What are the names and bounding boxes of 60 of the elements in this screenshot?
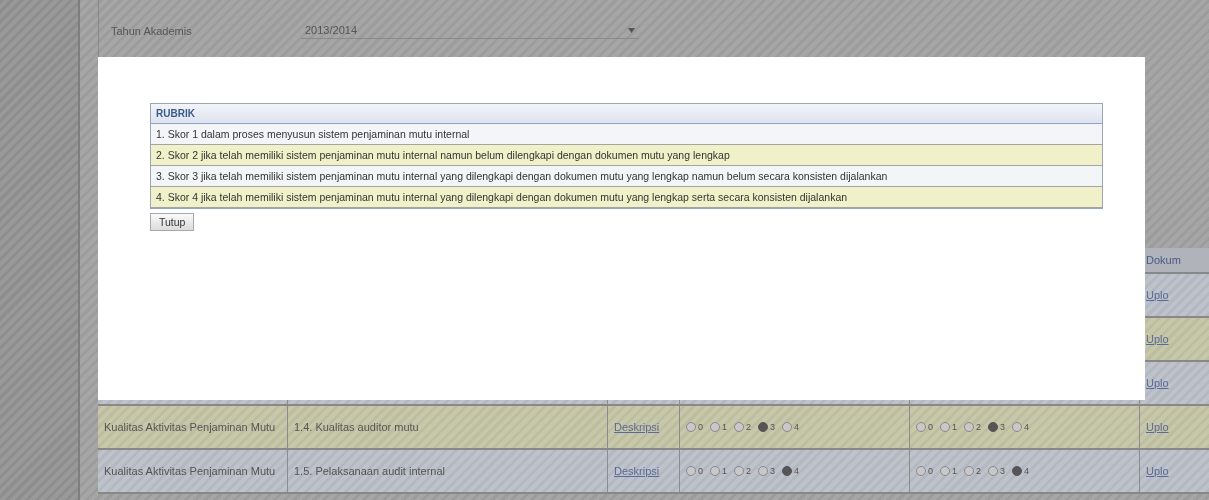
radio-button[interactable] — [734, 466, 745, 476]
radio-button[interactable] — [940, 422, 950, 432]
radio-label: 3 — [1000, 466, 1006, 476]
radio-label: 0 — [928, 466, 933, 476]
radio-button[interactable] — [782, 422, 793, 432]
radio-button[interactable] — [916, 466, 926, 476]
radio-button[interactable] — [710, 466, 720, 476]
radio-label: 2 — [976, 422, 982, 432]
radio-label: 3 — [770, 466, 776, 476]
radio-label: 0 — [698, 422, 703, 432]
upload-link[interactable]: Uplo — [1146, 465, 1169, 477]
close-button[interactable]: Tutup — [150, 213, 195, 231]
radio-label: 4 — [1024, 422, 1030, 432]
radio-label: 2 — [746, 466, 752, 476]
year-select[interactable]: 2013/2014 — [301, 22, 639, 39]
radio-label: 4 — [1024, 466, 1030, 476]
radio-button[interactable] — [686, 466, 696, 476]
description-link[interactable]: Deskripsi — [614, 421, 660, 433]
radio-button[interactable] — [758, 466, 769, 476]
radio-label: 0 — [698, 466, 703, 476]
radio-label: 1 — [722, 422, 728, 432]
radio-button[interactable] — [686, 422, 696, 432]
radio-label: 4 — [794, 466, 800, 476]
radio-button[interactable] — [710, 422, 720, 432]
rubric-item: 4. Skor 4 jika telah memiliki sistem penjaminan mutu internal yang dilengkapi dengan dokumen mutu yang lengkap serta secara konsisten dijalankan — [151, 187, 1102, 208]
description-link[interactable]: Deskripsi — [614, 465, 660, 477]
radio-label: 2 — [976, 466, 982, 476]
category-text: Kualitas Aktivitas Penjaminan Mutu — [104, 421, 276, 433]
radio-label: 2 — [746, 422, 752, 432]
caret-icon — [628, 27, 635, 33]
radio-button[interactable] — [988, 422, 999, 432]
radio-button[interactable] — [988, 466, 999, 476]
radio-button[interactable] — [782, 466, 793, 476]
field-label: Tahun Akademis — [111, 24, 193, 37]
radio-button[interactable] — [964, 422, 975, 432]
radio-label: 3 — [1000, 422, 1006, 432]
radio-label: 4 — [794, 422, 800, 432]
rubric-item: 3. Skor 3 jika telah memiliki sistem penjaminan mutu internal yang dilengkapi dengan dokumen mutu yang lengkap namun belum secara konsisten dijalankan — [151, 166, 1102, 187]
indicator-text: 1.5. Pelaksanaan audit internal — [294, 465, 446, 477]
radio-button[interactable] — [964, 466, 975, 476]
radio-label: 0 — [928, 422, 933, 432]
upload-link[interactable]: Uplo — [1146, 333, 1169, 345]
radio-label: 1 — [952, 422, 958, 432]
upload-link[interactable]: Uplo — [1146, 377, 1169, 389]
radio-label: 1 — [722, 466, 728, 476]
upload-link[interactable]: Uplo — [1146, 421, 1169, 433]
category-text: Kualitas Aktivitas Penjaminan Mutu — [104, 465, 276, 477]
rubric-header: RUBRIK — [151, 104, 1102, 124]
rubric-item: 2. Skor 2 jika telah memiliki sistem penjaminan mutu internal namun belum dilengkapi dengan dokumen mutu yang lengkap — [151, 145, 1102, 166]
rubric-item: 1. Skor 1 dalam proses menyusun sistem penjaminan mutu internal — [151, 124, 1102, 145]
radio-button[interactable] — [940, 466, 950, 476]
radio-button[interactable] — [1012, 422, 1023, 432]
upload-link[interactable]: Uplo — [1146, 289, 1169, 301]
radio-button[interactable] — [1012, 466, 1023, 476]
radio-button[interactable] — [916, 422, 926, 432]
radio-button[interactable] — [758, 422, 769, 432]
radio-button[interactable] — [734, 422, 745, 432]
radio-label: 1 — [952, 466, 958, 476]
indicator-text: 1.4. Kualitas auditor mutu — [294, 421, 419, 433]
radio-label: 3 — [770, 422, 776, 432]
